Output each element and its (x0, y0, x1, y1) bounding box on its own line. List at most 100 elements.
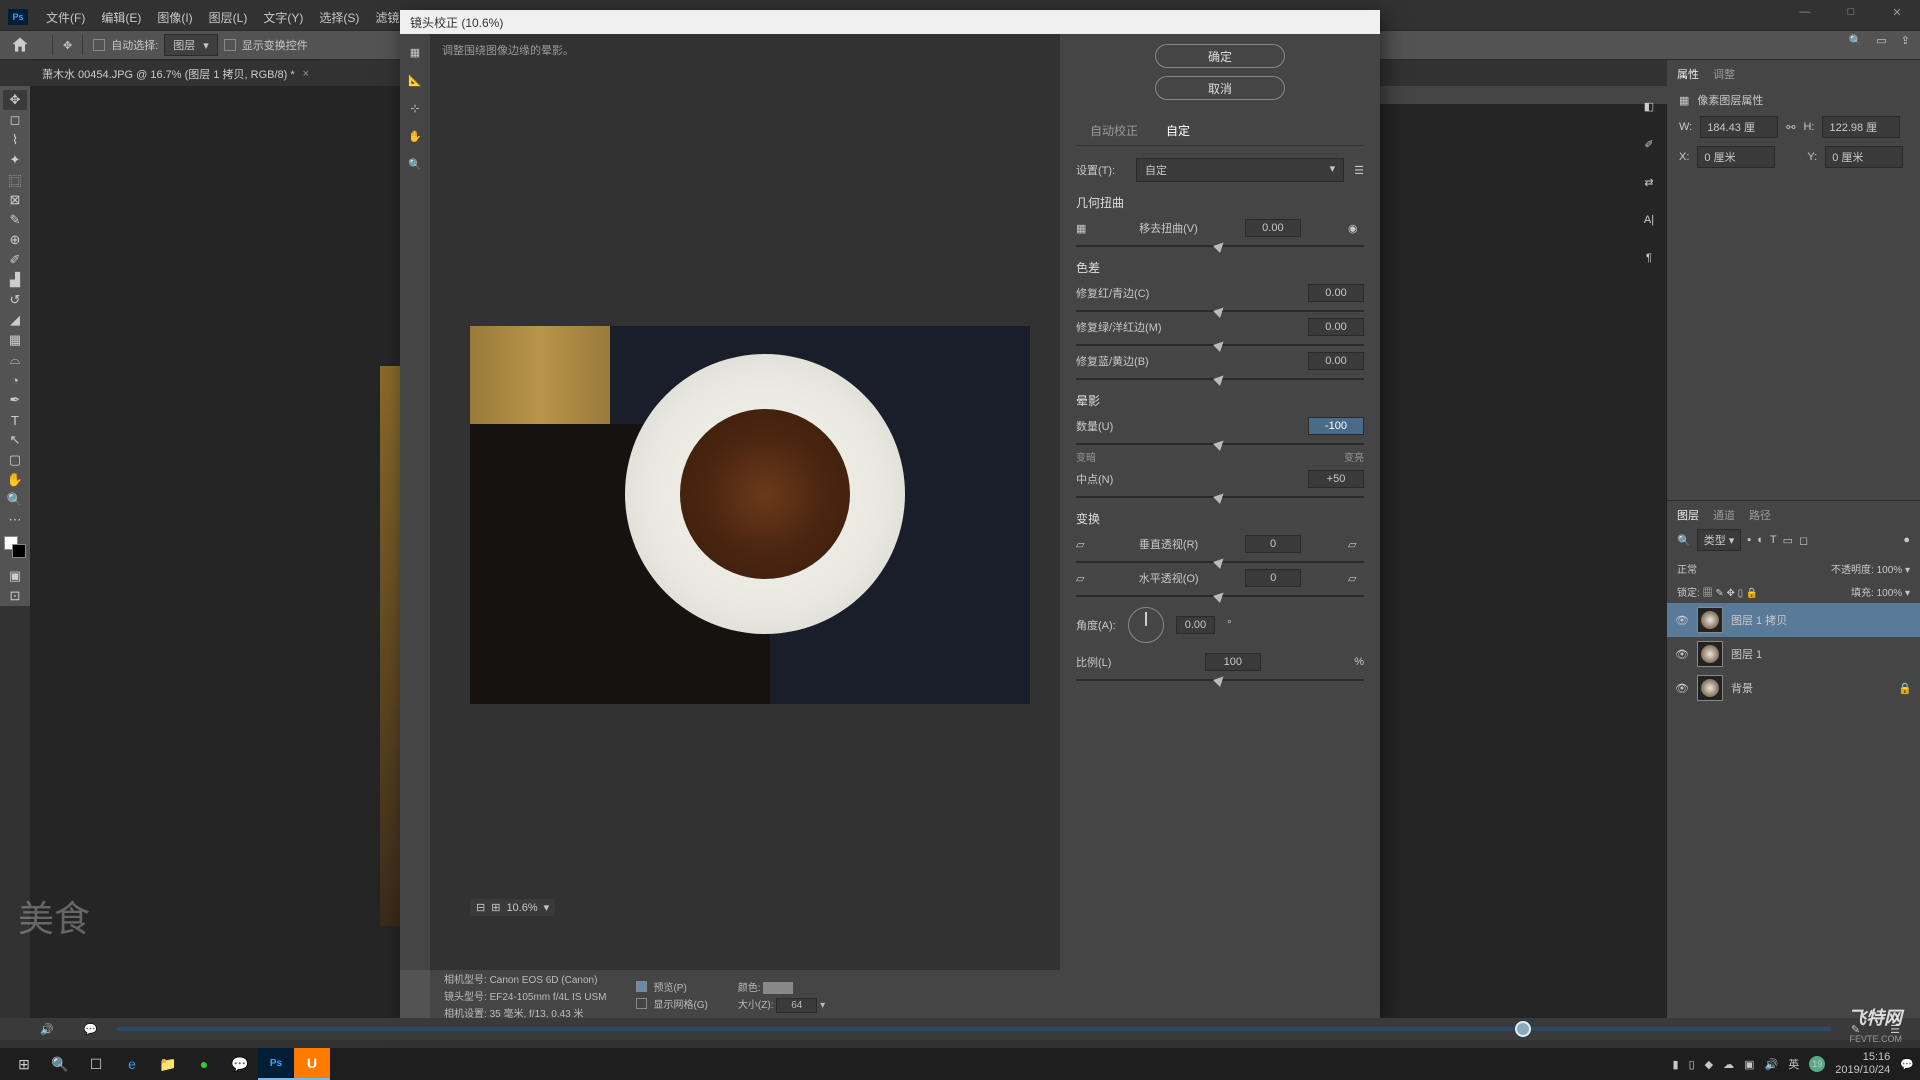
tray-icon[interactable]: ▯ (1689, 1058, 1695, 1071)
hand-tool-dlg[interactable]: ✋ (405, 126, 425, 146)
tray-badge[interactable]: 19 (1809, 1056, 1825, 1072)
menu-edit[interactable]: 编辑(E) (93, 9, 149, 26)
close-button[interactable]: ✕ (1874, 0, 1920, 24)
fix-by-input[interactable]: 0.00 (1308, 352, 1364, 370)
heal-tool[interactable]: ⊕ (3, 230, 27, 250)
tab-auto[interactable]: 自动校正 (1076, 116, 1152, 145)
auto-select-checkbox[interactable] (93, 39, 105, 51)
clock[interactable]: 15:16 2019/10/24 (1835, 1051, 1890, 1077)
vtab-para-icon[interactable]: ¶ (1637, 246, 1661, 270)
remove-distortion-tool[interactable]: ▦ (405, 42, 425, 62)
blend-dropdown[interactable]: 正常 (1677, 561, 1767, 576)
tab-channels[interactable]: 通道 (1713, 507, 1735, 523)
explorer-icon[interactable]: 📁 (150, 1048, 186, 1080)
x-field[interactable]: 0 厘米 (1697, 146, 1775, 168)
search-icon[interactable]: 🔍 (42, 1048, 78, 1080)
frame-tool[interactable]: ⊠ (3, 190, 27, 210)
edge-icon[interactable]: e (114, 1048, 150, 1080)
fix-rc-slider[interactable] (1076, 310, 1364, 312)
tab-paths[interactable]: 路径 (1749, 507, 1771, 523)
shape-tool[interactable]: ▢ (3, 450, 27, 470)
auto-select-dropdown[interactable]: 图层▾ (164, 34, 218, 56)
filter-smart-icon[interactable]: ◻ (1799, 534, 1808, 547)
fix-gm-slider[interactable] (1076, 344, 1364, 346)
tray-icon[interactable]: ▣ (1744, 1058, 1754, 1071)
setting-menu-icon[interactable]: ☰ (1354, 164, 1364, 177)
grid-color-swatch[interactable] (763, 982, 793, 994)
stamp-tool[interactable]: ▟ (3, 270, 27, 290)
remove-dist-input[interactable]: 0.00 (1245, 219, 1301, 237)
fix-rc-input[interactable]: 0.00 (1308, 284, 1364, 302)
hand-tool[interactable]: ✋ (3, 470, 27, 490)
vtab-color-icon[interactable]: ◧ (1637, 94, 1661, 118)
midpoint-input[interactable]: +50 (1308, 470, 1364, 488)
photoshop-task-icon[interactable]: Ps (258, 1048, 294, 1080)
filter-shape-icon[interactable]: ▭ (1783, 534, 1793, 547)
cancel-button[interactable]: 取消 (1155, 76, 1285, 100)
filter-pixel-icon[interactable]: ▪ (1747, 534, 1751, 546)
move-grid-tool[interactable]: ⊹ (405, 98, 425, 118)
workspace-icon[interactable]: ▭ (1876, 34, 1886, 47)
text-tool[interactable]: T (3, 410, 27, 430)
tray-ime[interactable]: 英 (1788, 1056, 1799, 1072)
tray-icon[interactable]: ◆ (1705, 1058, 1713, 1071)
menu-select[interactable]: 选择(S) (311, 9, 367, 26)
preview-checkbox[interactable] (636, 981, 647, 992)
pen-tool[interactable]: ✒ (3, 390, 27, 410)
remove-dist-slider[interactable] (1076, 245, 1364, 247)
vtab-swap-icon[interactable]: ⇄ (1637, 170, 1661, 194)
gradient-tool[interactable]: ▦ (3, 330, 27, 350)
tray-icon[interactable]: ▮ (1673, 1058, 1679, 1071)
vpersp-slider[interactable] (1076, 561, 1364, 563)
timeline-track[interactable] (117, 1027, 1831, 1031)
home-icon[interactable] (10, 35, 30, 55)
notification-icon[interactable]: 💬 (1900, 1058, 1914, 1071)
tab-adjustments[interactable]: 调整 (1713, 66, 1735, 82)
edit-toolbar[interactable]: ⋯ (3, 510, 27, 530)
fix-gm-input[interactable]: 0.00 (1308, 318, 1364, 336)
height-field[interactable]: 122.98 厘 (1822, 116, 1900, 138)
ok-button[interactable]: 确定 (1155, 44, 1285, 68)
width-field[interactable]: 184.43 厘 (1700, 116, 1778, 138)
hpersp-slider[interactable] (1076, 595, 1364, 597)
vpersp-input[interactable]: 0 (1245, 535, 1301, 553)
visibility-icon[interactable]: 👁 (1675, 682, 1689, 695)
straighten-tool[interactable]: 📐 (405, 70, 425, 90)
angle-dial[interactable] (1128, 607, 1164, 643)
tray-icon[interactable]: 🔊 (1765, 1058, 1779, 1071)
maximize-button[interactable]: □ (1828, 0, 1874, 24)
crop-tool[interactable]: ⿴ (3, 170, 27, 190)
menu-file[interactable]: 文件(F) (38, 9, 93, 26)
vtab-char-icon[interactable]: A| (1637, 208, 1661, 232)
scale-input[interactable]: 100 (1205, 653, 1261, 671)
tab-custom[interactable]: 自定 (1152, 116, 1204, 145)
chat-icon[interactable]: 💬 (84, 1023, 98, 1036)
marquee-tool[interactable]: ◻ (3, 110, 27, 130)
hpersp-input[interactable]: 0 (1245, 569, 1301, 587)
wechat-green-icon[interactable]: ● (186, 1048, 222, 1080)
angle-input[interactable]: 0.00 (1176, 616, 1215, 634)
filter-toggle[interactable]: ● (1903, 534, 1910, 546)
visibility-icon[interactable]: 👁 (1675, 614, 1689, 627)
y-field[interactable]: 0 厘米 (1825, 146, 1903, 168)
fix-by-slider[interactable] (1076, 378, 1364, 380)
zoom-out-icon[interactable]: ⊟ (476, 901, 485, 914)
filter-search-icon[interactable]: 🔍 (1677, 534, 1691, 547)
lasso-tool[interactable]: ⌇ (3, 130, 27, 150)
filter-text-icon[interactable]: T (1770, 534, 1777, 546)
taskview-icon[interactable]: ☐ (78, 1048, 114, 1080)
tab-layers[interactable]: 图层 (1677, 507, 1699, 523)
vtab-brush-icon[interactable]: ✐ (1637, 132, 1661, 156)
menu-layer[interactable]: 图层(L) (201, 9, 256, 26)
show-transform-checkbox[interactable] (224, 39, 236, 51)
fill-field[interactable]: 100% (1877, 588, 1903, 599)
tab-properties[interactable]: 属性 (1677, 66, 1699, 82)
menu-image[interactable]: 图像(I) (149, 9, 200, 26)
visibility-icon[interactable]: 👁 (1675, 648, 1689, 661)
eraser-tool[interactable]: ◢ (3, 310, 27, 330)
zoom-tool-dlg[interactable]: 🔍 (405, 154, 425, 174)
link-icon[interactable]: ⚯ (1786, 121, 1795, 134)
start-button[interactable]: ⊞ (6, 1048, 42, 1080)
history-brush-tool[interactable]: ↺ (3, 290, 27, 310)
grid-checkbox[interactable] (636, 998, 647, 1009)
